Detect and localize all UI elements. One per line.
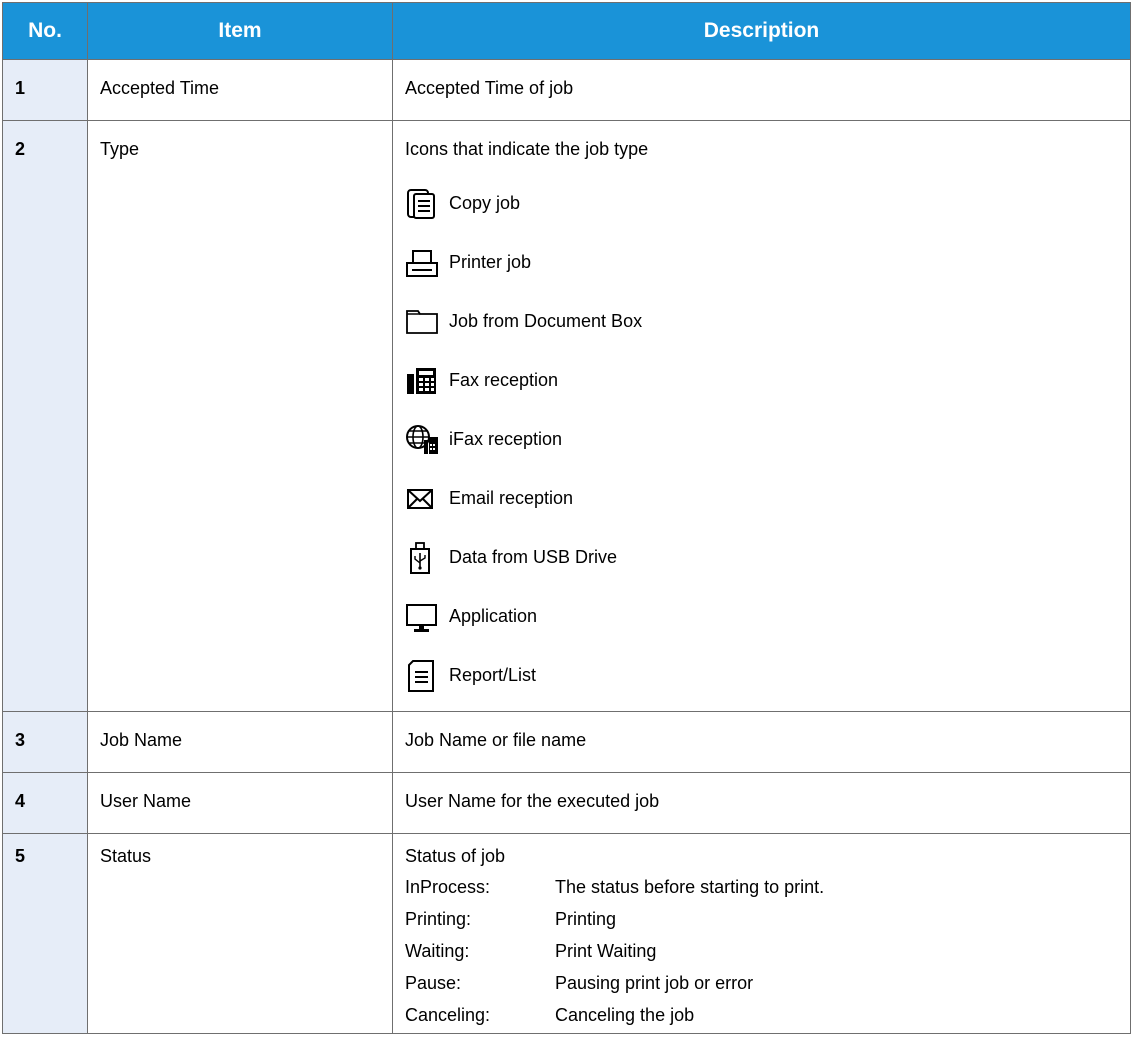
row-item: Type xyxy=(87,120,393,712)
folder-icon xyxy=(405,302,445,342)
job-type-item: iFax reception xyxy=(405,410,1130,469)
printer-icon xyxy=(405,243,445,283)
row-description: Accepted Time of job xyxy=(392,59,1131,121)
row-description-cell: Icons that indicate the job type Copy jo… xyxy=(392,120,1131,712)
report-icon xyxy=(405,656,445,696)
row-description-cell: Status of job InProcess: The status befo… xyxy=(392,833,1131,1034)
job-info-table: No. Item Description 1 Accepted Time Acc… xyxy=(2,2,1131,1034)
row-item: User Name xyxy=(87,772,393,834)
status-list: InProcess: The status before starting to… xyxy=(405,871,1130,1031)
job-type-label: Application xyxy=(449,606,538,626)
status-term: InProcess: xyxy=(405,877,491,897)
job-type-label: Data from USB Drive xyxy=(449,547,618,567)
row-description: Status of job xyxy=(405,846,506,866)
row-description: Icons that indicate the job type xyxy=(405,139,649,159)
row-item: Accepted Time xyxy=(87,59,393,121)
job-type-item: Application xyxy=(405,587,1130,646)
header-description: Description xyxy=(392,2,1131,60)
row-number: 1 xyxy=(2,59,88,121)
row-description: Job Name or file name xyxy=(392,711,1131,773)
status-text: The status before starting to print. xyxy=(555,877,825,897)
status-text: Canceling the job xyxy=(555,1005,695,1025)
copy-icon xyxy=(405,184,445,224)
job-type-item: Email reception xyxy=(405,469,1130,528)
row-number: 4 xyxy=(2,772,88,834)
job-type-item: Printer job xyxy=(405,233,1130,292)
job-type-item: Report/List xyxy=(405,646,1130,705)
job-type-label: Email reception xyxy=(449,488,574,508)
row-description: User Name for the executed job xyxy=(392,772,1131,834)
job-type-label: Copy job xyxy=(449,193,521,213)
job-type-item: Copy job xyxy=(405,174,1130,233)
table-row: 1 Accepted Time Accepted Time of job xyxy=(2,59,1131,121)
status-text: Printing xyxy=(555,909,617,929)
row-item: Status xyxy=(87,833,393,1034)
header-no: No. xyxy=(2,2,88,60)
status-term: Waiting: xyxy=(405,941,470,961)
status-text: Pausing print job or error xyxy=(555,973,754,993)
row-number: 5 xyxy=(2,833,88,1034)
row-number: 3 xyxy=(2,711,88,773)
job-type-item: Data from USB Drive xyxy=(405,528,1130,587)
table-row: 5 Status Status of job InProcess: The st… xyxy=(2,833,1131,1034)
job-type-label: Job from Document Box xyxy=(449,311,643,331)
job-type-label: iFax reception xyxy=(449,429,563,449)
fax-icon xyxy=(405,361,445,401)
usb-drive-icon xyxy=(405,538,445,578)
job-type-item: Job from Document Box xyxy=(405,292,1130,351)
job-type-item: Fax reception xyxy=(405,351,1130,410)
job-type-label: Report/List xyxy=(449,665,537,685)
globe-fax-icon xyxy=(405,420,445,460)
status-text: Print Waiting xyxy=(555,941,657,961)
table-header-row: No. Item Description xyxy=(2,2,1131,60)
monitor-icon xyxy=(405,597,445,637)
job-type-label: Printer job xyxy=(449,252,532,272)
row-number: 2 xyxy=(2,120,88,712)
table-row: 4 User Name User Name for the executed j… xyxy=(2,772,1131,834)
row-item: Job Name xyxy=(87,711,393,773)
table-row: 2 Type Icons that indicate the job type … xyxy=(2,120,1131,712)
envelope-icon xyxy=(405,479,445,519)
header-item: Item xyxy=(87,2,393,60)
job-type-label: Fax reception xyxy=(449,370,559,390)
status-term: Pause: xyxy=(405,973,462,993)
table-row: 3 Job Name Job Name or file name xyxy=(2,711,1131,773)
job-type-list: Copy job Printer job Job from Document B… xyxy=(405,174,1130,705)
status-term: Canceling: xyxy=(405,1005,491,1025)
status-term: Printing: xyxy=(405,909,472,929)
